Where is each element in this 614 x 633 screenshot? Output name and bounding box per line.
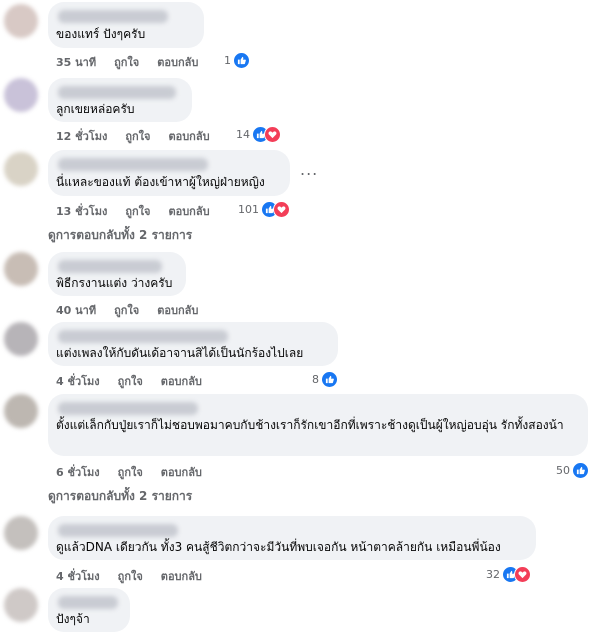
avatar[interactable]: [4, 322, 38, 356]
reaction-summary[interactable]: 1: [224, 52, 250, 69]
author-name[interactable]: [58, 10, 168, 23]
author-name[interactable]: [58, 86, 176, 99]
author-name[interactable]: [58, 330, 228, 343]
like-button[interactable]: ถูกใจ: [114, 301, 139, 319]
view-replies-link[interactable]: ดูการตอบกลับทั้ง 2 รายการ: [48, 487, 192, 506]
like-button[interactable]: ถูกใจ: [125, 127, 150, 145]
author-name[interactable]: [58, 158, 208, 171]
comment-text: แต่งเพลงให้กับดันเด้อาจานสิได้เป็นนักร้อ…: [56, 346, 304, 360]
more-options-icon[interactable]: ...: [300, 160, 318, 179]
like-icon: [572, 462, 589, 479]
like-icon: [321, 371, 338, 388]
comment-text: ตั้งแต่เล็กกับปู่ยเราก็ไม่ชอบพอมาคบกับช้…: [56, 418, 564, 432]
timestamp[interactable]: 40 นาที: [56, 301, 96, 319]
comment-actions: 35 นาที ถูกใจ ตอบกลับ: [56, 53, 216, 71]
reaction-count: 101: [238, 203, 259, 216]
comment-actions: 13 ชั่วโมง ถูกใจ ตอบกลับ: [56, 202, 228, 220]
like-button[interactable]: ถูกใจ: [118, 372, 143, 390]
reply-button[interactable]: ตอบกลับ: [161, 463, 202, 481]
timestamp[interactable]: 12 ชั่วโมง: [56, 127, 107, 145]
comment-bubble: พิธีกรงานแต่ง ว่างครับ: [48, 252, 186, 296]
reply-button[interactable]: ตอบกลับ: [157, 301, 198, 319]
reaction-count: 8: [312, 373, 319, 386]
timestamp[interactable]: 6 ชั่วโมง: [56, 463, 100, 481]
like-button[interactable]: ถูกใจ: [118, 567, 143, 585]
comment-text: นี่แหละของแท้ ต้องเข้าหาผู้ใหญ่ฝ่ายหญิง: [56, 175, 265, 189]
avatar[interactable]: [4, 516, 38, 550]
timestamp[interactable]: 13 ชั่วโมง: [56, 202, 107, 220]
comment-bubble: ปังๆจ้า: [48, 588, 130, 632]
view-replies-link[interactable]: ดูการตอบกลับทั้ง 2 รายการ: [48, 226, 192, 245]
reaction-summary[interactable]: 8: [312, 371, 338, 388]
like-button[interactable]: ถูกใจ: [118, 463, 143, 481]
comment-bubble: ดูแล้วDNA เดียวกัน ทั้ง3 คนสู้ชีวิตกว่าจ…: [48, 516, 536, 560]
timestamp[interactable]: 35 นาที: [56, 53, 96, 71]
heart-icon: [273, 201, 290, 218]
heart-icon: [264, 126, 281, 143]
reply-button[interactable]: ตอบกลับ: [161, 372, 202, 390]
reaction-count: 32: [486, 568, 500, 581]
comment-actions: 4 ชั่วโมง ถูกใจ ตอบกลับ: [56, 372, 220, 390]
reply-button[interactable]: ตอบกลับ: [157, 53, 198, 71]
comment-text: พิธีกรงานแต่ง ว่างครับ: [56, 276, 173, 290]
comment-text: ดูแล้วDNA เดียวกัน ทั้ง3 คนสู้ชีวิตกว่าจ…: [56, 540, 501, 554]
comment-bubble: ลูกเขยหล่อครับ: [48, 78, 192, 122]
reaction-count: 50: [556, 464, 570, 477]
comment-bubble: ของแทร์ ปังๆครับ: [48, 2, 204, 48]
avatar[interactable]: [4, 78, 38, 112]
like-button[interactable]: ถูกใจ: [125, 202, 150, 220]
reply-button[interactable]: ตอบกลับ: [168, 202, 209, 220]
avatar[interactable]: [4, 152, 38, 186]
avatar[interactable]: [4, 4, 38, 38]
reaction-summary[interactable]: 101: [238, 201, 290, 218]
reaction-summary[interactable]: 14: [236, 126, 281, 143]
comment-actions: 6 ชั่วโมง ถูกใจ ตอบกลับ: [56, 463, 220, 481]
reply-button[interactable]: ตอบกลับ: [161, 567, 202, 585]
reaction-count: 14: [236, 128, 250, 141]
timestamp[interactable]: 4 ชั่วโมง: [56, 567, 100, 585]
avatar[interactable]: [4, 394, 38, 428]
author-name[interactable]: [58, 596, 118, 609]
reaction-summary[interactable]: 32: [486, 566, 531, 583]
comment-actions: 12 ชั่วโมง ถูกใจ ตอบกลับ: [56, 127, 228, 145]
comment-text: ปังๆจ้า: [56, 612, 90, 626]
avatar[interactable]: [4, 252, 38, 286]
reply-button[interactable]: ตอบกลับ: [168, 127, 209, 145]
heart-icon: [514, 566, 531, 583]
avatar[interactable]: [4, 588, 38, 622]
like-button[interactable]: ถูกใจ: [114, 53, 139, 71]
reaction-summary[interactable]: 50: [556, 462, 589, 479]
like-icon: [233, 52, 250, 69]
author-name[interactable]: [58, 260, 162, 273]
comment-actions: 4 ชั่วโมง ถูกใจ ตอบกลับ: [56, 567, 220, 585]
comment-text: ของแทร์ ปังๆครับ: [56, 27, 146, 41]
reaction-count: 1: [224, 54, 231, 67]
comment-text: ลูกเขยหล่อครับ: [56, 102, 135, 116]
author-name[interactable]: [58, 524, 178, 537]
author-name[interactable]: [58, 402, 198, 415]
comment-bubble: นี่แหละของแท้ ต้องเข้าหาผู้ใหญ่ฝ่ายหญิง: [48, 150, 290, 196]
comment-actions: 40 นาที ถูกใจ ตอบกลับ: [56, 301, 216, 319]
timestamp[interactable]: 4 ชั่วโมง: [56, 372, 100, 390]
comment-bubble: ตั้งแต่เล็กกับปู่ยเราก็ไม่ชอบพอมาคบกับช้…: [48, 394, 588, 456]
comment-bubble: แต่งเพลงให้กับดันเด้อาจานสิได้เป็นนักร้อ…: [48, 322, 338, 366]
